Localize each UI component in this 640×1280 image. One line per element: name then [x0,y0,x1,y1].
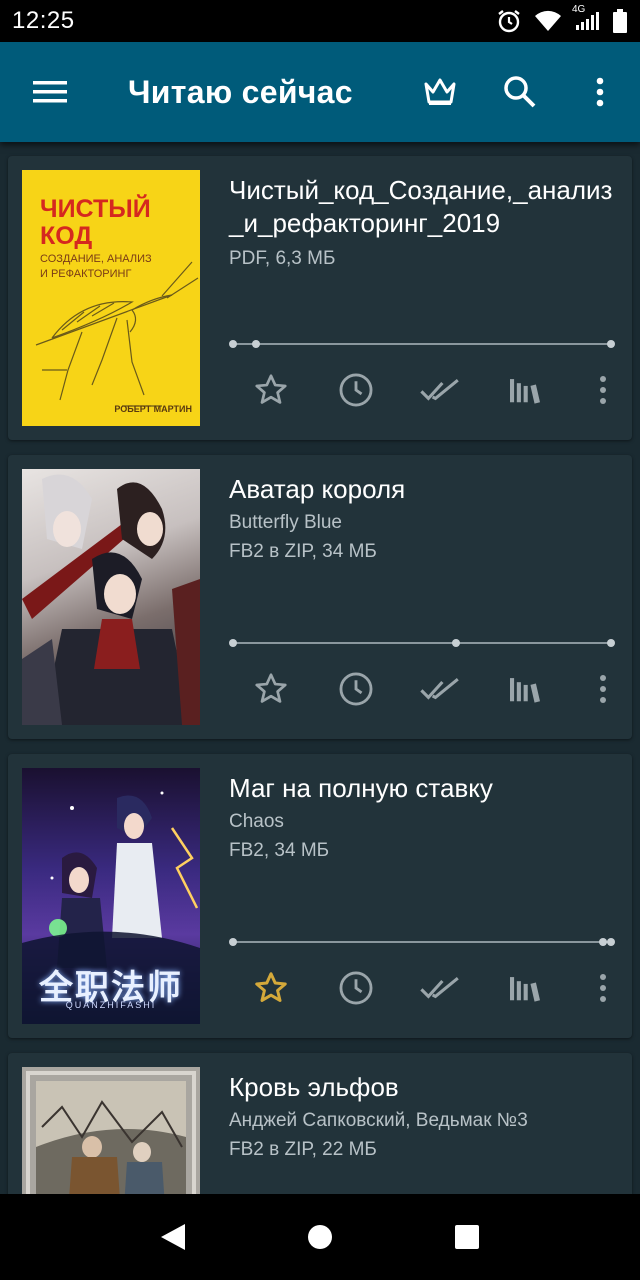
more-vert-icon [600,675,606,703]
book-card[interactable]: ЧИСТЫЙ КОД СОЗДАНИЕ, АНАЛИЗ И РЕФАКТОРИН… [8,156,632,440]
mark-read-button[interactable] [413,960,469,1016]
overflow-menu-button[interactable] [560,42,640,142]
progress-position-dot [452,639,460,647]
status-time: 12:25 [12,7,75,34]
library-books-icon [510,977,540,1002]
painting-cover-illustration [26,1071,196,1194]
back-triangle-icon [161,1224,186,1250]
book-actions [229,661,619,717]
reading-progress[interactable] [229,638,615,648]
progress-track [233,343,611,345]
cellular-signal-icon: 4G [572,4,600,32]
search-icon [504,76,536,108]
recents-button[interactable] [427,1197,507,1277]
more-vert-icon [596,77,604,107]
system-navigation-bar [0,1194,640,1280]
progress-end-dot [607,340,615,348]
progress-end-dot [607,938,615,946]
menu-button[interactable] [0,42,100,142]
book-cover[interactable] [22,469,200,725]
recents-square-icon [454,1225,479,1249]
book-card[interactable]: 全职法师 QUANZHIFASHI Маг на полную ставку C… [8,754,632,1038]
clock-icon [339,672,373,706]
star-filled-icon [255,972,287,1002]
alarm-icon [496,8,522,34]
status-icons: 4G [496,4,628,34]
crown-icon [424,78,456,105]
grasshopper-illustration [35,261,199,407]
bookshelf-button[interactable] [497,362,553,418]
bookshelf-button[interactable] [497,960,553,1016]
book-title[interactable]: Кровь эльфов [229,1071,619,1104]
book-author: Chaos [229,811,284,832]
progress-start-dot [229,340,237,348]
clock-icon [339,971,373,1005]
book-actions [229,960,619,1016]
book-card[interactable]: Кровь эльфов Анджей Сапковский, Ведьмак … [8,1053,632,1194]
double-check-icon [420,678,459,700]
book-author: Анджей Сапковский, Ведьмак №3 [229,1110,528,1131]
book-cover[interactable]: ЧИСТЫЙ КОД СОЗДАНИЕ, АНАЛИЗ И РЕФАКТОРИН… [22,170,200,426]
premium-button[interactable] [400,42,480,142]
progress-start-dot [229,938,237,946]
history-button[interactable] [328,661,384,717]
hamburger-menu-icon [33,81,67,103]
book-format-size: FB2 в ZIP, 34 МБ [229,541,377,562]
book-title[interactable]: Маг на полную ставку [229,772,619,805]
home-button[interactable] [280,1197,360,1277]
progress-start-dot [229,639,237,647]
book-more-button[interactable] [575,960,631,1016]
progress-track [233,642,611,644]
app-toolbar: Читаю сейчас [0,42,640,142]
search-button[interactable] [480,42,560,142]
star-outline-icon [255,374,287,404]
reading-progress[interactable] [229,937,615,947]
book-card[interactable]: Аватар короля Butterfly Blue FB2 в ZIP, … [8,455,632,739]
book-more-button[interactable] [575,661,631,717]
progress-position-dot [252,340,260,348]
network-type-label: 4G [572,4,586,15]
favorite-button[interactable] [243,362,299,418]
book-format-size: FB2 в ZIP, 22 МБ [229,1139,377,1160]
battery-icon [612,8,628,34]
book-title[interactable]: Чистый_код_Создание,_анализ_и_рефакторин… [229,174,619,240]
cover-subtitle: QUANZHIFASHI [65,1000,157,1010]
page-title: Читаю сейчас [128,73,353,110]
double-check-icon [420,977,459,999]
favorite-button[interactable] [243,960,299,1016]
history-button[interactable] [328,362,384,418]
double-check-icon [420,379,459,401]
book-format-size: PDF, 6,3 МБ [229,248,336,269]
library-books-icon [510,678,540,703]
bookshelf-button[interactable] [497,661,553,717]
cover-author: РОБЕРТ МАРТИН [114,404,192,414]
mark-read-button[interactable] [413,362,469,418]
book-format-size: FB2, 34 МБ [229,840,330,861]
back-button[interactable] [133,1197,213,1277]
book-actions [229,362,619,418]
library-books-icon [510,379,540,404]
wifi-icon [534,10,562,32]
history-button[interactable] [328,960,384,1016]
more-vert-icon [600,974,606,1002]
star-outline-icon [255,673,287,703]
progress-track [233,941,611,943]
book-cover[interactable] [22,1067,200,1194]
progress-position-dot [599,938,607,946]
progress-end-dot [607,639,615,647]
clock-icon [339,373,373,407]
reading-progress[interactable] [229,339,615,349]
book-title[interactable]: Аватар короля [229,473,619,506]
anime-cover-illustration [22,474,200,725]
status-bar: 12:25 4G [0,0,640,42]
book-more-button[interactable] [575,362,631,418]
more-vert-icon [600,376,606,404]
favorite-button[interactable] [243,661,299,717]
mark-read-button[interactable] [413,661,469,717]
book-author: Butterfly Blue [229,512,342,533]
home-circle-icon [307,1225,332,1249]
book-list[interactable]: ЧИСТЫЙ КОД СОЗДАНИЕ, АНАЛИЗ И РЕФАКТОРИН… [0,142,640,1194]
book-cover[interactable]: 全职法师 QUANZHIFASHI [22,768,200,1024]
